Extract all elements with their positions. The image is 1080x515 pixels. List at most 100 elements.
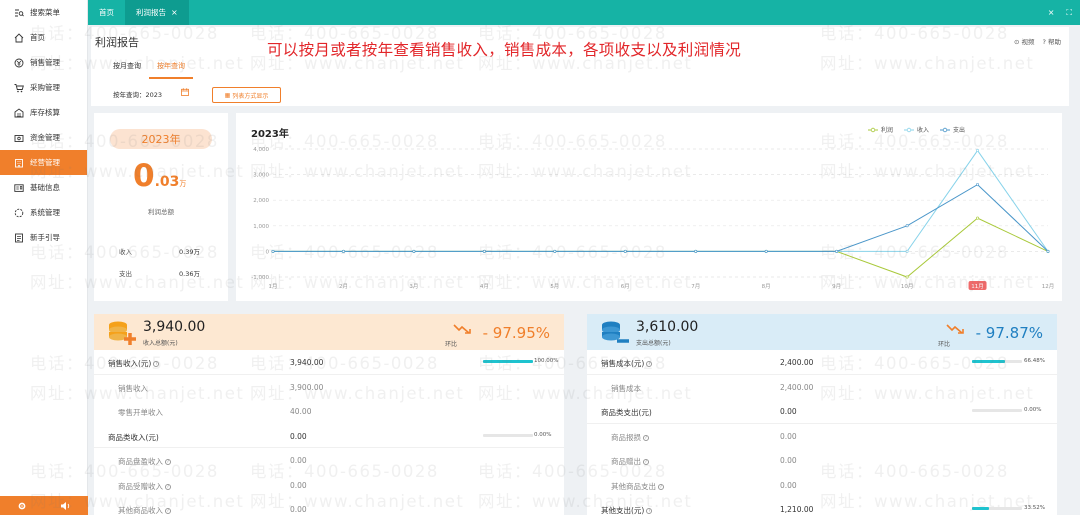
window-close-icon[interactable]: × xyxy=(1048,8,1055,18)
question-icon[interactable]: ? xyxy=(165,483,171,490)
percentage-bar xyxy=(972,360,1022,363)
question-icon[interactable]: ? xyxy=(153,361,160,367)
data-point[interactable] xyxy=(905,275,909,279)
profit-int: 0 xyxy=(133,158,155,194)
tab-yearly-query[interactable]: 按年查询 xyxy=(149,57,193,79)
year-filter[interactable]: 按年查询：2023 xyxy=(113,89,162,99)
sidebar-item-4[interactable]: 资金管理 xyxy=(0,125,87,150)
speaker-icon[interactable] xyxy=(60,496,71,515)
sidebar-item-1[interactable]: 销售管理 xyxy=(0,50,87,75)
instruction-banner: 可以按月或者按年查看销售收入，销售成本，各项收支以及利润情况 xyxy=(267,41,742,59)
profit-summary-card: 2023年 0.03万 利润总额 收入 0.39万 支出 0.36万 xyxy=(94,113,228,301)
video-link[interactable]: ⊙ 视频 xyxy=(1014,36,1035,46)
sidebar-item-label: 首页 xyxy=(30,33,45,42)
sidebar-footer xyxy=(0,496,88,515)
sidebar-item-2[interactable]: 采购管理 xyxy=(0,75,87,100)
data-point[interactable] xyxy=(271,249,275,253)
data-point[interactable] xyxy=(976,183,980,187)
y-tick-label: -1,000 xyxy=(251,275,269,281)
tab-home[interactable]: 首页 xyxy=(88,0,125,25)
sidebar-item-0[interactable]: 首页 xyxy=(0,25,87,50)
settings-icon[interactable] xyxy=(17,496,27,515)
question-icon[interactable]: ? xyxy=(643,434,649,441)
detail-row-label-text: 其他商品收入 xyxy=(118,506,163,515)
list-view-button-label: 列表方式显示 xyxy=(232,92,269,100)
menu-search[interactable]: 搜索菜单 xyxy=(0,0,87,25)
data-point[interactable] xyxy=(905,249,909,253)
y-tick-label: 4,000 xyxy=(253,147,269,153)
detail-row-label: 商品受赠收入? xyxy=(118,481,171,492)
data-point[interactable] xyxy=(694,249,698,253)
detail-row: 商品类支出(元) 0.00 0.00% xyxy=(587,399,1057,424)
percentage-bar-fill xyxy=(972,360,1006,363)
data-point[interactable] xyxy=(835,249,839,253)
data-point[interactable] xyxy=(976,216,980,220)
sidebar-item-label: 系统管理 xyxy=(30,208,60,217)
question-icon[interactable]: ? xyxy=(165,508,171,514)
question-icon[interactable]: ? xyxy=(643,459,649,465)
wallet-icon xyxy=(13,132,24,143)
sidebar-item-8[interactable]: 新手引导 xyxy=(0,225,87,250)
percentage-bar xyxy=(483,433,533,437)
detail-row-label-text: 其他商品支出 xyxy=(611,481,656,491)
sidebar-item-7[interactable]: 系统管理 xyxy=(0,200,87,225)
legend-marker xyxy=(906,127,912,133)
legend-label[interactable]: 支出 xyxy=(953,126,965,134)
percentage-bar-fill xyxy=(483,360,533,363)
detail-row: 其他支出(元)? 1,210.00 33.52% xyxy=(587,497,1057,515)
detail-row-value: 2,400.00 xyxy=(780,382,814,392)
data-point[interactable] xyxy=(553,249,557,253)
detail-row: 销售成本 2,400.00 xyxy=(587,375,1057,400)
percentage-text: 100.00% xyxy=(534,358,559,364)
question-icon[interactable]: ? xyxy=(658,483,664,490)
data-point[interactable] xyxy=(341,249,345,253)
detail-row-label: 销售成本(元)? xyxy=(601,358,653,369)
detail-row: 其他商品收入? 0.00 xyxy=(94,497,564,515)
legend-label[interactable]: 收入 xyxy=(917,126,929,134)
x-tick-label: 2月 xyxy=(339,283,348,290)
data-point[interactable] xyxy=(976,149,980,153)
fullscreen-icon[interactable]: ⛶ xyxy=(1066,8,1072,18)
year-filter-label: 按年查询： xyxy=(113,91,146,99)
detail-row-value: 3,900.00 xyxy=(290,382,324,392)
page-title: 利润报告 xyxy=(95,36,139,49)
legend-label[interactable]: 利润 xyxy=(881,126,893,134)
question-icon[interactable]: ? xyxy=(165,459,171,465)
sidebar-item-label: 经营管理 xyxy=(30,158,60,167)
detail-row-value: 0.00 xyxy=(780,407,797,416)
x-tick-label: 9月 xyxy=(832,283,841,290)
calendar-icon[interactable] xyxy=(181,88,189,96)
question-icon[interactable]: ? xyxy=(646,361,653,367)
data-point[interactable] xyxy=(482,249,486,253)
data-point[interactable] xyxy=(905,224,909,228)
expense-mom-percent: - 97.87% xyxy=(975,324,1043,342)
detail-row-value: 2,400.00 xyxy=(780,358,814,367)
sidebar-item-label: 库存核算 xyxy=(30,108,60,117)
sidebar-item-label: 新手引导 xyxy=(30,233,60,242)
warehouse-icon xyxy=(13,107,24,118)
sidebar-item-5[interactable]: 经营管理 xyxy=(0,150,87,175)
data-point[interactable] xyxy=(412,249,416,253)
detail-row-value: 0.00 xyxy=(290,480,307,490)
detail-row-label: 商品报损? xyxy=(611,432,649,443)
list-view-button[interactable]: ▦ 列表方式显示 xyxy=(212,87,281,103)
system-icon xyxy=(13,207,24,218)
sidebar-item-3[interactable]: 库存核算 xyxy=(0,100,87,125)
tab-profit-report[interactable]: 利润报告 × xyxy=(125,0,189,25)
x-tick-label: 12月 xyxy=(1042,283,1055,290)
data-point[interactable] xyxy=(623,249,627,253)
profit-total-label: 利润总额 xyxy=(148,208,174,216)
data-point[interactable] xyxy=(1046,249,1050,253)
legend-marker xyxy=(942,127,948,133)
close-icon[interactable]: × xyxy=(171,8,178,17)
tab-monthly-query[interactable]: 按月查询 xyxy=(105,57,149,79)
detail-row-label-text: 销售成本(元) xyxy=(601,359,645,368)
question-icon[interactable]: ? xyxy=(646,508,653,514)
data-point[interactable] xyxy=(764,249,768,253)
sidebar-item-label: 销售管理 xyxy=(30,58,60,67)
x-tick-label: 10月 xyxy=(901,283,914,290)
detail-row-label: 商品盘盈收入? xyxy=(118,456,171,467)
sidebar-item-6[interactable]: 基础信息 xyxy=(0,175,87,200)
detail-row-value: 0.00 xyxy=(780,456,797,465)
help-link[interactable]: ? 帮助 xyxy=(1042,36,1061,46)
